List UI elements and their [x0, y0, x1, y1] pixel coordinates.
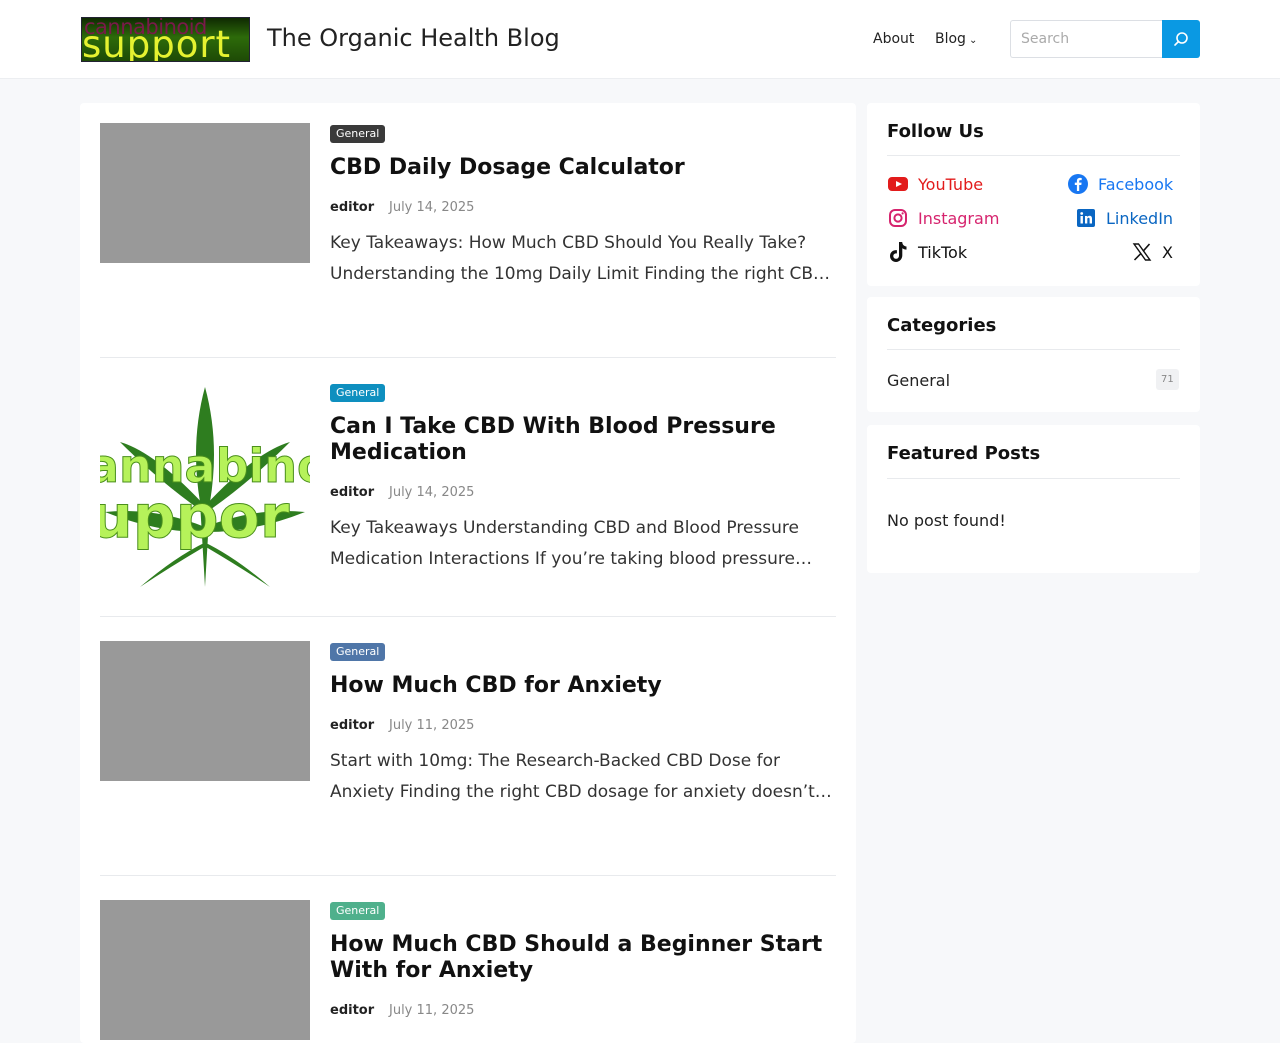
- post-title[interactable]: CBD Daily Dosage Calculator: [330, 155, 836, 181]
- linkedin-link[interactable]: LinkedIn: [1075, 207, 1173, 229]
- post-excerpt: Key Takeaways Understanding CBD and Bloo…: [330, 513, 836, 575]
- post-item: General CBD Daily Dosage Calculator edit…: [100, 123, 836, 323]
- instagram-link[interactable]: Instagram: [887, 207, 999, 229]
- social-label: Instagram: [918, 208, 1000, 228]
- category-badge[interactable]: General: [330, 902, 386, 920]
- excerpt-line: Anxiety Finding the right CBD dosage for…: [330, 782, 832, 802]
- thumb-text-bottom: uppor: [100, 482, 290, 552]
- facebook-icon: [1067, 173, 1089, 195]
- widget-title: Categories: [887, 315, 997, 336]
- post-thumbnail[interactable]: [100, 123, 310, 263]
- post-excerpt: Key Takeaways: How Much CBD Should You R…: [330, 228, 836, 290]
- category-badge[interactable]: General: [330, 125, 386, 143]
- post-divider: [100, 875, 836, 876]
- x-icon: [1131, 241, 1153, 263]
- excerpt-line: Key Takeaways: How Much CBD Should You R…: [330, 233, 807, 253]
- post-excerpt: Start with 10mg: The Research-Backed CBD…: [330, 746, 836, 808]
- post-date: July 14, 2025: [389, 485, 475, 500]
- widget-divider: [887, 349, 1180, 350]
- post-list: General CBD Daily Dosage Calculator edit…: [80, 103, 856, 1043]
- social-label: X: [1162, 242, 1173, 262]
- social-label: TikTok: [918, 242, 968, 262]
- post-thumbnail[interactable]: [100, 641, 310, 781]
- follow-us-widget: Follow Us YouTube Facebook Instagram Lin…: [867, 103, 1200, 286]
- post-author[interactable]: editor: [330, 718, 374, 733]
- post-date: July 11, 2025: [389, 718, 475, 733]
- widget-divider: [887, 155, 1180, 156]
- instagram-icon: [887, 207, 909, 229]
- widget-title: Featured Posts: [887, 443, 1041, 464]
- post-title[interactable]: How Much CBD Should a Beginner Start Wit…: [330, 932, 836, 984]
- post-item: General How Much CBD Should a Beginner S…: [100, 900, 836, 1040]
- search-input[interactable]: [1010, 20, 1162, 58]
- post-author[interactable]: editor: [330, 200, 374, 215]
- site-header: cannabinoid support The Organic Health B…: [0, 0, 1280, 79]
- chevron-down-icon: ⌄: [968, 35, 978, 46]
- social-label: YouTube: [918, 174, 984, 194]
- featured-posts-widget: Featured Posts No post found!: [867, 425, 1200, 573]
- widget-title: Follow Us: [887, 121, 984, 142]
- site-title[interactable]: The Organic Health Blog: [267, 24, 560, 52]
- site-logo[interactable]: cannabinoid support: [81, 17, 250, 62]
- nav-blog-label: Blog: [935, 31, 966, 47]
- post-thumbnail[interactable]: annabino uppor: [100, 382, 310, 592]
- post-item: annabino uppor General Can I Take CBD Wi…: [100, 382, 836, 597]
- facebook-link[interactable]: Facebook: [1067, 173, 1173, 195]
- category-badge[interactable]: General: [330, 643, 386, 661]
- linkedin-icon: [1075, 207, 1097, 229]
- widget-divider: [887, 478, 1180, 479]
- x-link[interactable]: X: [1131, 241, 1173, 263]
- post-date: July 14, 2025: [389, 200, 475, 215]
- social-label: LinkedIn: [1106, 208, 1174, 228]
- tiktok-link[interactable]: TikTok: [887, 241, 967, 263]
- excerpt-line: Medication Interactions If you’re taking…: [330, 549, 812, 569]
- featured-empty-message: No post found!: [887, 511, 1006, 530]
- logo-text-bottom: support: [82, 23, 232, 62]
- post-thumbnail[interactable]: [100, 900, 310, 1040]
- post-date: July 11, 2025: [389, 1003, 475, 1018]
- post-title[interactable]: Can I Take CBD With Blood Pressure Medic…: [330, 414, 836, 466]
- search-button[interactable]: [1162, 20, 1200, 58]
- post-divider: [100, 357, 836, 358]
- nav-blog-link[interactable]: Blog ⌄: [935, 31, 977, 47]
- search-icon: [1174, 32, 1188, 46]
- tiktok-icon: [887, 241, 909, 263]
- excerpt-line: Key Takeaways Understanding CBD and Bloo…: [330, 518, 800, 538]
- excerpt-line: Understanding the 10mg Daily Limit Findi…: [330, 264, 831, 284]
- social-label: Facebook: [1098, 174, 1174, 194]
- excerpt-line: Start with 10mg: The Research-Backed CBD…: [330, 751, 780, 771]
- youtube-icon: [887, 173, 909, 195]
- cannabis-leaf-image: annabino uppor: [100, 387, 310, 587]
- post-divider: [100, 616, 836, 617]
- post-title[interactable]: How Much CBD for Anxiety: [330, 673, 836, 699]
- post-author[interactable]: editor: [330, 1003, 374, 1018]
- youtube-link[interactable]: YouTube: [887, 173, 983, 195]
- category-badge[interactable]: General: [330, 384, 386, 402]
- nav-about-link[interactable]: About: [873, 31, 914, 47]
- categories-widget: Categories: [867, 297, 1200, 412]
- post-author[interactable]: editor: [330, 485, 374, 500]
- post-item: General How Much CBD for Anxiety editor …: [100, 641, 836, 841]
- category-count-badge: 71: [1156, 369, 1179, 390]
- category-link-general[interactable]: General: [887, 371, 950, 390]
